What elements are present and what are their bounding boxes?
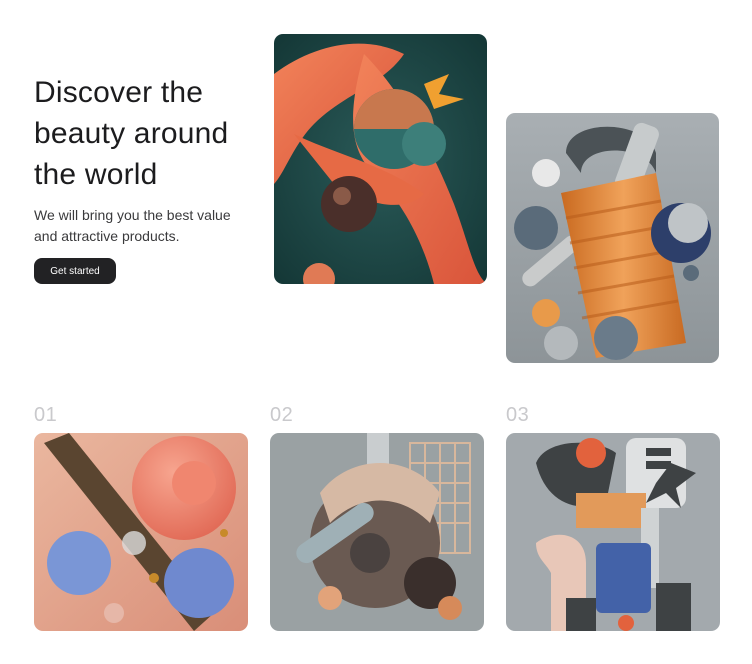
gallery-number-3: 03 [506, 404, 530, 426]
ribbed-column-art [506, 113, 719, 363]
gallery-number-2: 02 [270, 404, 294, 426]
fabric-sculpture-art [274, 34, 487, 284]
pink-sphere-art [34, 433, 248, 631]
featured-image-1[interactable] [274, 34, 487, 284]
get-started-button[interactable]: Get started [34, 258, 116, 284]
gallery-image-2[interactable] [270, 433, 484, 631]
gallery-image-3[interactable] [506, 433, 720, 631]
hero-subtitle: We will bring you the best value and att… [34, 207, 231, 244]
hero-title: Discover the beauty around the world [34, 76, 229, 191]
gallery-image-1[interactable] [34, 433, 248, 631]
robot-sculpture-art [506, 433, 720, 631]
featured-image-2[interactable] [506, 113, 719, 363]
gallery-number-1: 01 [34, 404, 58, 426]
brown-pipe-art [270, 433, 484, 631]
